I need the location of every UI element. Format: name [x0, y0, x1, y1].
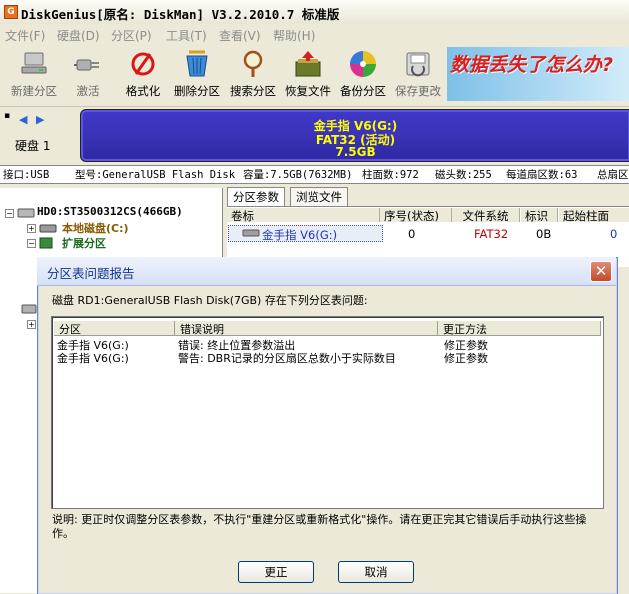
- magnifier-icon: [243, 50, 263, 77]
- search-partition-button[interactable]: 搜索分区: [227, 44, 279, 104]
- window-title: DiskGenius[原名: DiskMan] V3.2.2010.7 标准版: [21, 7, 340, 22]
- menu-partition[interactable]: 分区(P): [111, 27, 152, 44]
- tree-item-hd0[interactable]: HD0:ST3500312CS(466GB): [37, 205, 183, 218]
- extended-partition-icon: [39, 237, 53, 249]
- tab-partition-params[interactable]: 分区参数: [227, 187, 285, 206]
- dialog-close-button[interactable]: ✕: [590, 261, 612, 282]
- save-icon: [406, 52, 430, 77]
- apply-fix-button[interactable]: 更正: [238, 561, 314, 583]
- plug-icon: [74, 59, 99, 71]
- problem-partition[interactable]: 金手指 V6(G:): [57, 350, 129, 366]
- info-model: 型号:GeneralUSB Flash Disk: [75, 169, 236, 181]
- collapse-icon[interactable]: −: [5, 209, 14, 218]
- row-label: 金手指 V6(G:): [262, 228, 338, 242]
- partition-size: 7.5GB: [335, 145, 376, 159]
- col-header-fix[interactable]: 更正方法: [438, 321, 601, 336]
- row-index: 0: [408, 227, 416, 241]
- prev-disk-arrow-icon[interactable]: ◀: [19, 113, 27, 126]
- recover-files-button[interactable]: 恢复文件: [282, 44, 334, 104]
- col-header-label[interactable]: 卷标: [227, 208, 380, 223]
- row-fs: FAT32: [474, 227, 509, 241]
- dialog-note: 说明: 更正时仅调整分区表参数，不执行"重建分区或重新格式化"操作。请在更正完其…: [52, 513, 587, 540]
- delete-partition-button[interactable]: 删除分区: [171, 44, 223, 104]
- problem-error: 警告: DBR记录的分区扇区总数小于实际数目: [178, 352, 396, 365]
- problem-fix: 修正参数: [444, 352, 488, 365]
- partition-icon: [242, 229, 260, 237]
- dialog-title: 分区表问题报告: [47, 266, 135, 281]
- menu-file[interactable]: 文件(F): [5, 27, 45, 44]
- dialog-message: 磁盘 RD1:GeneralUSB Flash Disk(7GB) 存在下列分区…: [52, 294, 368, 307]
- col-header-fs[interactable]: 文件系统: [452, 208, 520, 223]
- info-sectors: 每道扇区数:63: [506, 169, 578, 181]
- disk-label: 硬盘 1: [15, 139, 51, 153]
- col-header-error[interactable]: 错误说明: [175, 321, 438, 336]
- format-button[interactable]: 格式化: [117, 44, 169, 104]
- new-partition-button[interactable]: 新建分区: [8, 44, 60, 104]
- tree-item-extended[interactable]: 扩展分区: [62, 235, 106, 251]
- computer-disk-icon: [21, 52, 47, 74]
- collapse-icon[interactable]: −: [27, 239, 36, 248]
- info-heads: 磁头数:255: [435, 169, 492, 181]
- info-capacity: 容量:7.5GB(7632MB): [243, 169, 353, 181]
- ad-text: 数据丢失了怎么办?: [450, 54, 614, 76]
- info-interface: 接口:USB: [3, 169, 50, 181]
- recover-box-icon: [295, 51, 321, 77]
- tree-item-local-disk[interactable]: 本地磁盘(C:): [62, 220, 129, 236]
- activate-button[interactable]: 激活: [62, 44, 114, 104]
- row-start: 0: [610, 227, 618, 241]
- menu-bar: 文件(F) 硬盘(D) 分区(P) 工具(T) 查看(V) 帮助(H): [0, 24, 629, 44]
- save-changes-button[interactable]: 保存更改: [392, 44, 444, 104]
- pie-disc-icon: [350, 51, 376, 77]
- info-cylinders: 柱面数:972: [362, 169, 419, 181]
- pin-icon[interactable]: ▪: [4, 111, 10, 121]
- hard-disk-icon: [17, 208, 35, 218]
- toolbar-label: 删除分区: [174, 84, 220, 98]
- expand-icon[interactable]: +: [27, 320, 36, 329]
- partition-icon: [39, 224, 57, 233]
- menu-view[interactable]: 查看(V): [219, 27, 261, 44]
- app-icon: G: [4, 5, 18, 19]
- partition-bar[interactable]: 金手指 V6(G:) FAT32 (活动) 7.5GB: [80, 109, 629, 162]
- menu-disk[interactable]: 硬盘(D): [57, 27, 100, 44]
- cancel-button[interactable]: 取消: [338, 561, 414, 583]
- col-header-start[interactable]: 起始柱面: [559, 208, 629, 223]
- col-header-partition[interactable]: 分区: [54, 321, 175, 336]
- col-header-id[interactable]: 标识: [521, 208, 558, 223]
- expand-icon[interactable]: +: [27, 224, 36, 233]
- backup-partition-button[interactable]: 备份分区: [337, 44, 389, 104]
- disk-info-bar: 接口:USB 型号:GeneralUSB Flash Disk 容量:7.5GB…: [0, 165, 629, 184]
- format-icon: [131, 52, 155, 76]
- toolbar-label: 保存更改: [395, 84, 441, 98]
- problem-list[interactable]: [51, 316, 604, 509]
- row-id: 0B: [536, 227, 552, 241]
- tab-browse-files[interactable]: 浏览文件: [290, 187, 348, 206]
- menu-help[interactable]: 帮助(H): [273, 27, 315, 44]
- info-total: 总扇区: [597, 169, 629, 181]
- menu-tools[interactable]: 工具(T): [166, 27, 207, 44]
- next-disk-arrow-icon[interactable]: ▶: [36, 113, 44, 126]
- col-header-index[interactable]: 序号(状态): [380, 208, 452, 223]
- trash-icon: [186, 50, 208, 77]
